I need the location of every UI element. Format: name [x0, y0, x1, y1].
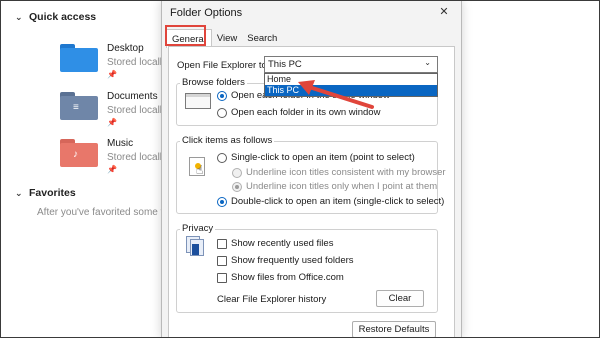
checkbox[interactable] [217, 255, 227, 266]
quick-access-item-desktop[interactable]: Desktop Stored locall 📌 [60, 43, 163, 80]
privacy-title: Privacy [180, 223, 216, 234]
pin-icon: 📌 [107, 70, 117, 79]
annotation-arrow [298, 80, 374, 109]
tab-search[interactable]: Search [242, 29, 282, 47]
radio-button[interactable] [217, 196, 227, 207]
radio-label: Underline icon titles consistent with my… [246, 167, 446, 178]
pin-icon: 📌 [107, 118, 117, 127]
check-office-files[interactable]: Show files from Office.com [217, 272, 344, 283]
window-icon [185, 93, 211, 109]
chevron-down-icon[interactable]: ⌄ [15, 188, 29, 199]
chevron-down-icon[interactable]: ⌄ [424, 58, 431, 67]
check-recent-files[interactable]: Show recently used files [217, 238, 333, 249]
radio-button[interactable] [232, 167, 242, 178]
checkbox[interactable] [217, 272, 227, 283]
radio-label: Single-click to open an item (point to s… [231, 152, 415, 163]
clear-history-label: Clear File Explorer history [217, 294, 327, 305]
quick-access-item-music[interactable]: ♪ Music Stored locall 📌 [60, 138, 163, 175]
quick-access-location: Stored locall [107, 105, 163, 116]
radio-single-click[interactable]: Single-click to open an item (point to s… [217, 152, 415, 163]
desktop-folder-icon [60, 44, 98, 72]
restore-defaults-button[interactable]: Restore Defaults [352, 321, 436, 338]
radio-double-click[interactable]: Double-click to open an item (single-cli… [217, 196, 444, 207]
privacy-icon [186, 236, 206, 258]
favorites-title: Favorites [29, 187, 76, 199]
quick-access-name: Desktop [107, 43, 144, 54]
checkbox-label: Show frequently used folders [231, 255, 354, 266]
radio-button[interactable] [217, 152, 227, 163]
quick-access-name: Documents [107, 91, 158, 102]
radio-underline-point[interactable]: Underline icon titles only when I point … [232, 181, 437, 192]
radio-button[interactable] [217, 90, 227, 101]
check-frequent-folders[interactable]: Show frequently used folders [217, 255, 354, 266]
radio-label: Double-click to open an item (single-cli… [231, 196, 445, 207]
documents-folder-icon: ≡ [60, 92, 98, 120]
quick-access-title: Quick access [29, 11, 97, 23]
open-explorer-select[interactable]: This PC ⌄ [264, 56, 438, 73]
browse-folders-title: Browse folders [180, 77, 247, 88]
tab-view[interactable]: View [212, 29, 242, 47]
pointer-cursor-icon: ☝ [196, 163, 204, 177]
tab-general-highlight-box [165, 25, 206, 46]
close-icon[interactable]: ✕ [437, 5, 451, 18]
dialog-title: Folder Options [170, 7, 243, 19]
open-explorer-label: Open File Explorer to: [177, 60, 270, 71]
quick-access-location: Stored locall [107, 57, 163, 68]
checkbox-label: Show files from Office.com [231, 272, 344, 283]
quick-access-header[interactable]: ⌄ Quick access [15, 11, 96, 23]
quick-access-item-documents[interactable]: ≡ Documents Stored locall 📌 [60, 91, 163, 128]
pin-icon: 📌 [107, 165, 117, 174]
open-explorer-value: This PC [268, 59, 302, 70]
clear-button[interactable]: Clear [376, 290, 424, 307]
favorites-header[interactable]: ⌄ Favorites [15, 187, 76, 199]
checkbox-label: Show recently used files [231, 238, 334, 249]
music-folder-icon: ♪ [60, 139, 98, 167]
radio-label: Underline icon titles only when I point … [246, 181, 438, 192]
favorites-hint: After you've favorited some fi [37, 207, 166, 218]
quick-access-name: Music [107, 138, 134, 149]
radio-button[interactable] [217, 107, 227, 118]
radio-underline-browser[interactable]: Underline icon titles consistent with my… [232, 167, 446, 178]
checkbox[interactable] [217, 238, 227, 249]
click-items-title: Click items as follows [180, 135, 275, 146]
radio-button[interactable] [232, 181, 242, 192]
quick-access-location: Stored locall [107, 152, 163, 163]
chevron-down-icon[interactable]: ⌄ [15, 12, 29, 23]
